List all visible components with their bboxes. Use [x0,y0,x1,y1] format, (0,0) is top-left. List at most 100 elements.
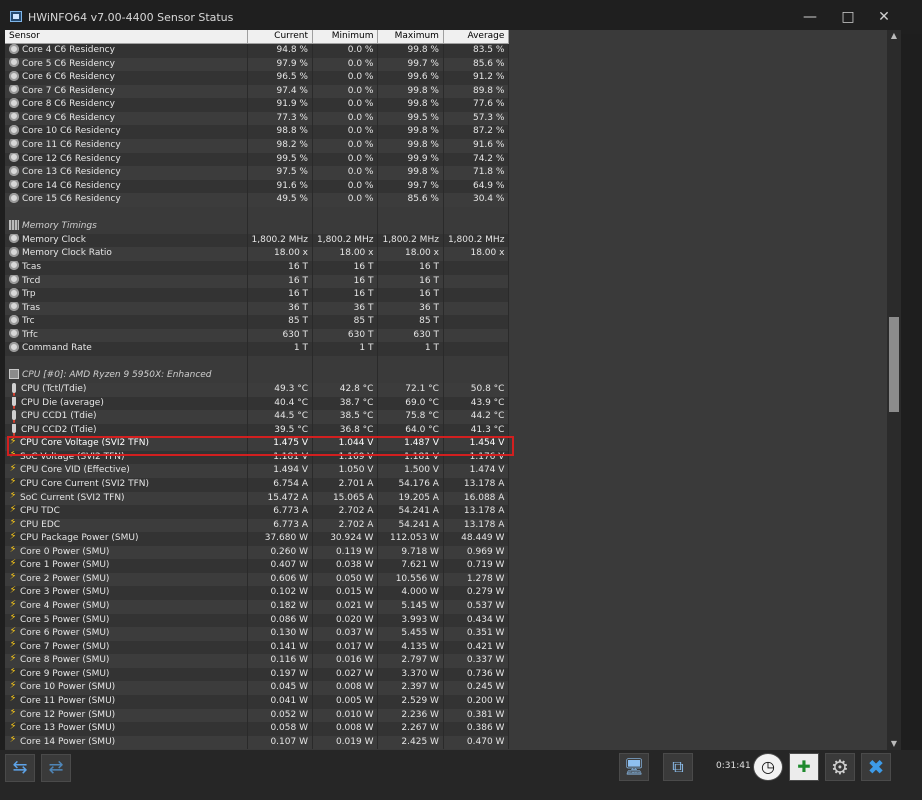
maximize-button[interactable]: □ [830,0,866,34]
table-row[interactable]: CPU CCD2 (Tdie) 39.5 °C 36.8 °C 64.0 °C 41.3… [5,423,510,438]
column-header-current[interactable]: Current [247,30,313,44]
window-close-button[interactable]: ✕ [866,0,902,34]
sensor-name: ⚡ Core 4 Power (SMU) [5,600,248,614]
table-row[interactable]: Trc 85 T 85 T 85 T [5,315,510,329]
vertical-scrollbar[interactable]: ▲ ▼ [887,30,901,750]
table-row[interactable]: ⚡ Core 4 Power (SMU) 0.182 W 0.021 W 5.145 W… [5,600,510,614]
table-row[interactable]: ⚡ Core 8 Power (SMU) 0.116 W 0.016 W 2.797 W… [5,654,510,668]
table-row[interactable]: ⚡ CPU EDC 6.773 A 2.702 A 54.241 A 13.178 A [5,518,510,533]
current-value: 0.116 W [247,654,313,668]
table-row[interactable]: Core 9 C6 Residency 77.3 % 0.0 % 99.5 % 57.3… [5,111,510,126]
arrows-left-right-icon[interactable]: ⇆ [5,754,35,782]
gear-icon[interactable]: ⚙ [825,753,855,781]
bolt-icon: ⚡ [9,694,17,705]
column-header-minimum[interactable]: Minimum [312,30,379,44]
minimum-value: 1.169 V [312,450,379,465]
table-row[interactable]: Core 5 C6 Residency 97.9 % 0.0 % 99.7 % 85.6… [5,57,510,72]
table-row[interactable]: Core 14 C6 Residency 91.6 % 0.0 % 99.7 % 64.… [5,179,510,194]
maximum-value: 2.267 W [377,722,444,736]
sensor-label: SoC Current (SVI2 TFN) [20,492,125,503]
table-row[interactable]: ⚡ CPU Core VID (Effective) 1.494 V 1.050 V1… [5,464,510,478]
average-value [443,328,510,343]
table-row[interactable]: Core 7 C6 Residency 97.4 % 0.0 % 99.8 % 89.8… [5,84,510,99]
average-value: 64.9 % [443,179,510,194]
sensor-group-header[interactable]: CPU [#0]: AMD Ryzen 9 5950X: Enhanced [5,369,510,384]
table-row[interactable]: ⚡ Core 7 Power (SMU) 0.141 W 0.017 W 4.135 W… [5,640,510,655]
table-row[interactable]: ⚡ Core 10 Power (SMU) 0.045 W 0.008 W 2.397 … [5,681,510,695]
table-row[interactable]: ⚡ Core 2 Power (SMU) 0.606 W 0.050 W 10.556 … [5,572,510,587]
clock-reset-icon[interactable]: ◷ [753,753,783,781]
table-row[interactable]: ⚡ CPU TDC 6.773 A 2.702 A 54.241 A 13.178 A [5,505,510,519]
close-icon[interactable]: ✖ [861,753,891,781]
table-row[interactable]: ⚡ Core 6 Power (SMU) 0.130 W 0.037 W 5.455 W… [5,627,510,641]
scroll-down-arrow-icon[interactable]: ▼ [887,738,901,750]
table-row[interactable]: Core 15 C6 Residency 49.5 % 0.0 % 85.6 % 30.… [5,193,510,207]
table-row[interactable]: ⚡ CPU Core Current (SVI2 TFN) 6.754 A 2.701… [5,477,510,492]
table-row[interactable]: Memory Clock 1,800.2 MHz 1,800.2 MHz 1,800.… [5,233,510,248]
column-header-sensor[interactable]: Sensor [5,30,248,44]
current-value: 15.472 A [247,491,313,506]
table-row[interactable]: Tras 36 T 36 T 36 T [5,301,510,316]
minimum-value: 0.0 % [312,179,379,194]
sensor-group-header[interactable]: Memory Timings [5,220,510,234]
table-row[interactable]: ⚡ CPU Package Power (SMU) 37.680 W 30.924 W… [5,532,510,546]
table-row[interactable]: Command Rate 1 T1 T1 T [5,342,510,356]
table-row[interactable]: ⚡ Core 1 Power (SMU) 0.407 W 0.038 W 7.621 W… [5,559,510,573]
table-row[interactable]: Memory Clock Ratio 18.00 x 18.00 x 18.00 x1… [5,247,510,261]
arrows-collapse-icon[interactable]: ⇄ [41,754,71,782]
current-value: 0.058 W [247,722,313,736]
blank-row [5,355,510,370]
average-value: 83.5 % [443,43,510,58]
table-row[interactable]: ⚡ Core 5 Power (SMU) 0.086 W 0.020 W 3.993 W… [5,613,510,628]
maximum-value: 2.529 W [377,694,444,709]
maximum-value: 16 T [377,288,444,302]
table-row[interactable]: Core 10 C6 Residency 98.8 % 0.0 % 99.8 % 87.… [5,125,510,139]
column-header-maximum[interactable]: Maximum [377,30,444,44]
bolt-icon: ⚡ [9,600,17,610]
clock-icon [9,328,19,339]
minimize-button[interactable]: — [792,0,828,34]
sensor-name: ⚡ SoC Voltage (SVI2 TFN) [5,450,248,465]
table-row[interactable]: CPU (Tctl/Tdie) 49.3 °C 42.8 °C 72.1 °C 50.8… [5,383,510,397]
current-value: 97.5 % [247,166,313,180]
scroll-up-arrow-icon[interactable]: ▲ [887,30,901,42]
table-row[interactable]: Trp 16 T 16 T 16 T [5,288,510,302]
table-row[interactable]: ⚡ Core 14 Power (SMU) 0.107 W 0.019 W 2.425 … [5,735,510,750]
table-row[interactable]: Core 8 C6 Residency 91.9 % 0.0 % 99.8 % 77.6… [5,98,510,112]
table-row[interactable]: Core 11 C6 Residency 98.2 % 0.0 % 99.8 % 91.… [5,138,510,153]
table-row[interactable]: ⚡ Core 13 Power (SMU) 0.058 W 0.008 W 2.267 … [5,722,510,736]
table-row[interactable]: ⚡ Core 0 Power (SMU) 0.260 W 0.119 W 9.718 W… [5,545,510,560]
current-value: 0.260 W [247,545,313,560]
minimum-value: 0.015 W [312,586,379,601]
maximum-value: 19.205 A [377,491,444,506]
sensor-name: ⚡ Core 5 Power (SMU) [5,613,248,628]
table-row[interactable]: ⚡ SoC Current (SVI2 TFN) 15.472 A 15.065 A1… [5,491,510,506]
table-row[interactable]: ⚡ Core 12 Power (SMU) 0.052 W 0.010 W 2.236 … [5,708,510,723]
table-row[interactable]: ⚡ Core 11 Power (SMU) 0.041 W 0.005 W 2.529 … [5,694,510,709]
average-value: 57.3 % [443,111,510,126]
table-row[interactable]: Tcas 16 T 16 T 16 T [5,260,510,275]
table-row[interactable]: Core 12 C6 Residency 99.5 % 0.0 % 99.9 % 74.… [5,152,510,167]
sensor-label: Core 4 C6 Residency [22,45,115,55]
table-row[interactable]: CPU CCD1 (Tdie) 44.5 °C 38.5 °C 75.8 °C 44.2… [5,410,510,424]
layout-icon[interactable]: ⧉ [663,753,693,781]
table-row[interactable]: Trfc 630 T 630 T 630 T [5,328,510,343]
table-row[interactable]: Core 4 C6 Residency 94.8 % 0.0 % 99.8 % 83.5… [5,43,510,58]
table-row-selected[interactable]: ⚡ CPU Core Voltage (SVI2 TFN) 1.475 V 1.044… [5,437,510,451]
table-row[interactable]: Core 6 C6 Residency 96.5 % 0.0 % 99.6 % 91.2… [5,71,510,85]
average-value: 50.8 °C [443,383,510,397]
sensor-name: ⚡ Core 13 Power (SMU) [5,722,248,736]
table-row[interactable]: CPU Die (average) 40.4 °C 38.7 °C 69.0 °C 43… [5,396,510,411]
table-row[interactable]: ⚡ Core 9 Power (SMU) 0.197 W 0.027 W 3.370 W… [5,667,510,682]
scroll-thumb[interactable] [889,317,899,412]
table-row[interactable]: ⚡ Core 3 Power (SMU) 0.102 W 0.015 W 4.000 W… [5,586,510,601]
minimum-value: 1 T [312,342,379,356]
sensor-label: Core 8 Power (SMU) [20,655,110,666]
table-row[interactable]: Trcd 16 T 16 T 16 T [5,274,510,289]
table-row[interactable]: ⚡ SoC Voltage (SVI2 TFN) 1.181 V 1.169 V 1.1… [5,450,510,465]
report-add-icon[interactable]: ✚ [789,753,819,781]
network-icon[interactable]: 🖥 [619,753,649,781]
column-header-average[interactable]: Average [443,30,510,44]
table-row[interactable]: Core 13 C6 Residency 97.5 % 0.0 % 99.8 % 71.… [5,166,510,180]
current-value: 49.5 % [247,193,313,207]
